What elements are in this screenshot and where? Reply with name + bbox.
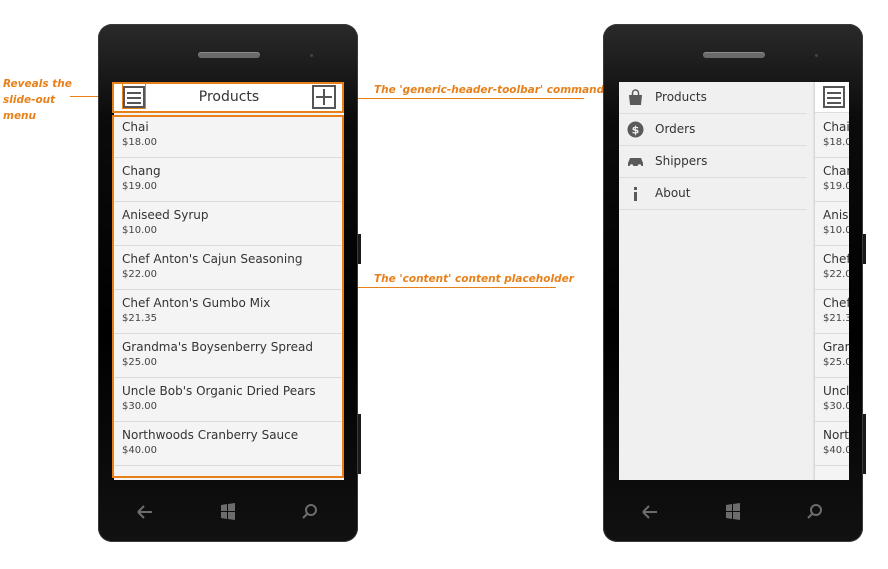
windows-logo-icon[interactable] xyxy=(213,498,243,533)
annotation-menu-note: Reveals the slide-out menu xyxy=(3,78,72,122)
product-name: Chang xyxy=(823,164,849,178)
windows-logo-icon[interactable] xyxy=(718,498,748,533)
front-camera xyxy=(815,54,818,57)
side-button xyxy=(358,414,361,474)
toolbar-highlight xyxy=(112,82,344,113)
speaker-grille xyxy=(703,52,765,58)
side-button xyxy=(863,414,866,474)
list-item[interactable]: Chai $18.00 xyxy=(815,114,849,158)
content-placeholder-highlight xyxy=(112,115,344,478)
annotation-content-line xyxy=(344,287,556,288)
left-phone: Products Chai $18.00 Chang $19.00 Anisee… xyxy=(98,24,361,542)
back-arrow-icon[interactable] xyxy=(130,498,160,533)
side-button xyxy=(863,234,866,264)
menu-item-products[interactable]: Products xyxy=(619,82,807,114)
dollar-coin-icon: $ xyxy=(627,121,644,138)
search-icon[interactable] xyxy=(295,498,325,533)
list-item[interactable]: Chang $19.00 xyxy=(815,158,849,202)
annotation-content-note: The 'content' content placeholder xyxy=(374,273,574,285)
right-phone: Products $ Orders Shippers About Chai $1… xyxy=(603,24,866,542)
menu-item-about[interactable]: About xyxy=(619,178,807,210)
product-price: $30.00 xyxy=(823,401,849,412)
list-item[interactable]: Chef Anton's Cajun Seasoning $22.00 xyxy=(815,246,849,290)
list-item[interactable]: Aniseed Syrup $10.00 xyxy=(815,202,849,246)
product-price: $19.00 xyxy=(823,181,849,192)
product-name: Chef Anton's Gumbo Mix xyxy=(823,296,849,310)
product-name: Uncle Bob's Organic Dried Pears xyxy=(823,384,849,398)
annotation-toolbar-line xyxy=(344,98,584,99)
product-name: Aniseed Syrup xyxy=(823,208,849,222)
right-screen: Products $ Orders Shippers About Chai $1… xyxy=(619,82,849,480)
product-price: $40.00 xyxy=(823,445,849,456)
list-item[interactable]: Uncle Bob's Organic Dried Pears $30.00 xyxy=(815,378,849,422)
menu-item-label: About xyxy=(655,186,691,200)
slide-out-menu: Products $ Orders Shippers About xyxy=(619,82,819,480)
product-price: $21.35 xyxy=(823,313,849,324)
hamburger-icon[interactable] xyxy=(823,86,845,108)
menu-item-label: Orders xyxy=(655,122,696,136)
back-arrow-icon[interactable] xyxy=(635,498,665,533)
product-name: Chef Anton's Cajun Seasoning xyxy=(823,252,849,266)
product-price: $25.00 xyxy=(823,357,849,368)
peek-product-list: Chai $18.00 Chang $19.00 Aniseed Syrup $… xyxy=(815,114,849,466)
product-price: $22.00 xyxy=(823,269,849,280)
menu-item-shippers[interactable]: Shippers xyxy=(619,146,807,178)
product-name: Grandma's Boysenberry Spread xyxy=(823,340,849,354)
list-item[interactable]: Northwoods Cranberry Sauce $40.00 xyxy=(815,422,849,466)
menu-item-orders[interactable]: $ Orders xyxy=(619,114,807,146)
list-item[interactable]: Grandma's Boysenberry Spread $25.00 xyxy=(815,334,849,378)
product-price: $18.00 xyxy=(823,137,849,148)
svg-text:$: $ xyxy=(632,124,640,137)
product-name: Northwoods Cranberry Sauce xyxy=(823,428,849,442)
shopping-bag-icon xyxy=(627,89,644,106)
product-name: Chai xyxy=(823,120,849,134)
hardware-nav-bar xyxy=(98,498,358,526)
hardware-nav-bar xyxy=(603,498,863,526)
info-icon xyxy=(627,185,644,202)
front-camera xyxy=(310,54,313,57)
speaker-grille xyxy=(198,52,260,58)
search-icon[interactable] xyxy=(800,498,830,533)
list-item[interactable]: Chef Anton's Gumbo Mix $21.35 xyxy=(815,290,849,334)
product-price: $10.00 xyxy=(823,225,849,236)
annotation-toolbar-note: The 'generic-header-toolbar' command xyxy=(374,84,605,96)
side-button xyxy=(358,234,361,264)
car-icon xyxy=(627,153,644,170)
menu-item-label: Products xyxy=(655,90,707,104)
peek-header xyxy=(815,82,849,113)
content-peek-panel[interactable]: Chai $18.00 Chang $19.00 Aniseed Syrup $… xyxy=(815,82,849,480)
menu-item-label: Shippers xyxy=(655,154,708,168)
